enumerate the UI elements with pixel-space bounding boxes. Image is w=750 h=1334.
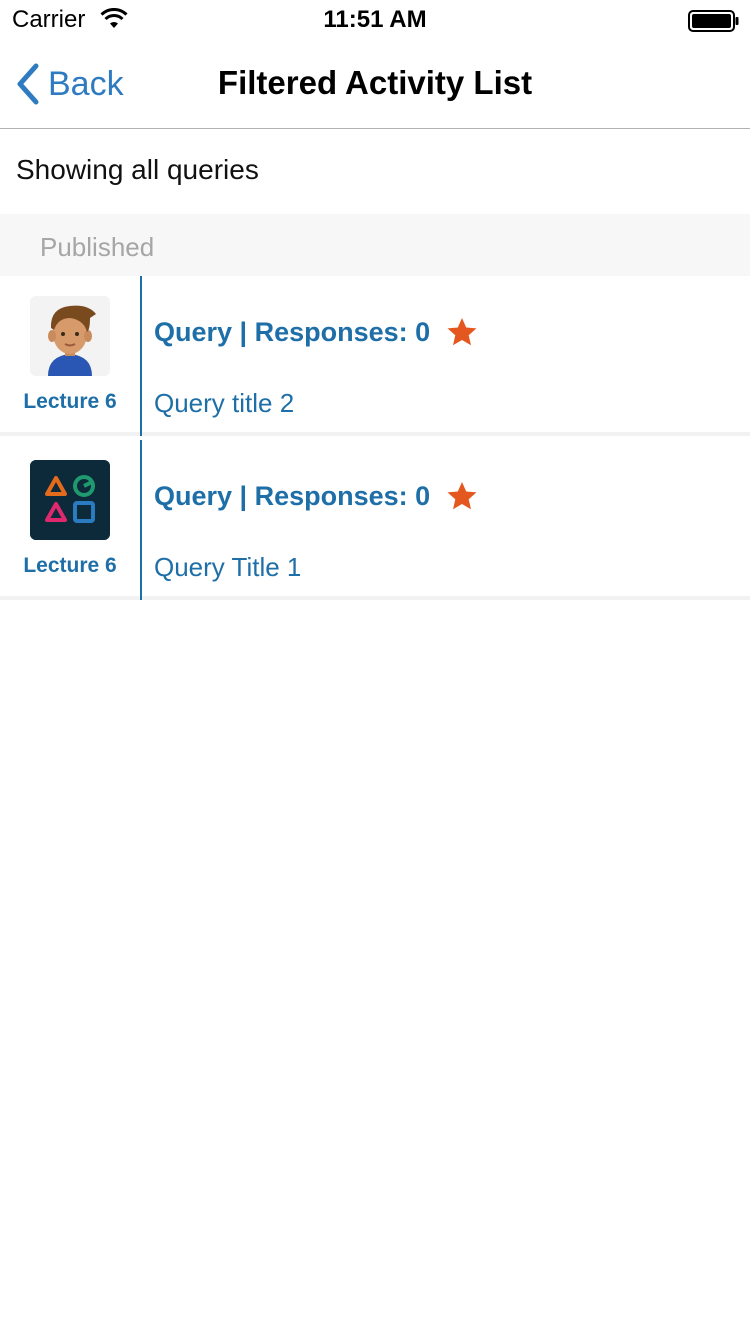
clock: 11:51 AM	[323, 6, 427, 33]
query-subtitle: Query Title 1	[154, 552, 302, 582]
query-subtitle: Query title 2	[154, 388, 295, 418]
list-item-left: Lecture 6	[0, 440, 140, 600]
query-responses-label: Query | Responses: 0	[154, 316, 431, 347]
star-icon[interactable]	[446, 480, 478, 512]
lecture-label: Lecture 6	[23, 390, 117, 413]
star-icon[interactable]	[446, 316, 478, 348]
row-divider	[140, 276, 142, 436]
list-item[interactable]: Lecture 6 Query | Responses: 0 Query tit…	[0, 276, 750, 436]
row-divider	[140, 440, 142, 600]
list-item[interactable]: Lecture 6 Query | Responses: 0 Query Tit…	[0, 440, 750, 600]
query-title-line: Query | Responses: 0	[154, 316, 478, 348]
section-header: Published	[0, 214, 750, 276]
navigation-bar: Back Filtered Activity List	[0, 40, 750, 129]
list-item-left: Lecture 6	[0, 276, 140, 436]
battery-icon	[688, 10, 739, 32]
lecture-label: Lecture 6	[23, 554, 117, 577]
status-bar: Carrier 11:51 AM	[0, 0, 750, 40]
query-responses-label: Query | Responses: 0	[154, 480, 431, 511]
shapes-logo-icon	[30, 460, 110, 540]
section-header-label: Published	[40, 232, 155, 262]
boy-avatar-icon	[30, 296, 110, 376]
query-title-line: Query | Responses: 0	[154, 480, 478, 512]
page-title: Filtered Activity List	[217, 64, 533, 101]
filter-description: Showing all queries	[16, 154, 259, 185]
